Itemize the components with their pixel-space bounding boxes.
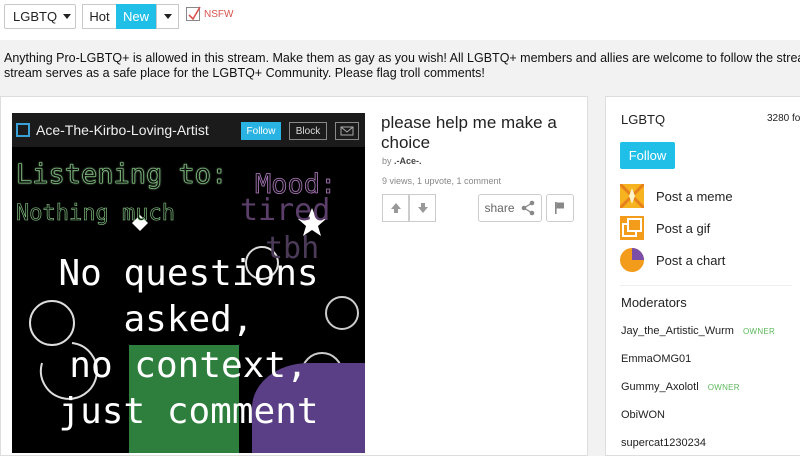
image-text-nothing: Nothing much [16,201,176,227]
arrow-up-icon [390,203,401,213]
share-label: share [484,201,515,215]
moderators-title: Moderators [621,295,687,310]
nsfw-label: NSFW [204,8,234,20]
post-gif-action[interactable]: Post a gif [620,216,710,240]
follower-count: 3280 fo [767,113,800,124]
image-text-tired: tired [240,193,331,228]
stream-name: LGBTQ [621,112,666,127]
meme-icon [620,184,644,208]
post-chart-action[interactable]: Post a chart [620,248,725,272]
moderator-name: EmmaOMG01 [621,353,692,365]
moderator-item[interactable]: ObiWON [621,409,665,421]
divider [620,285,792,286]
owner-badge: OWNER [742,327,776,336]
post-meme-label: Post a meme [656,188,733,204]
post-gif-label: Post a gif [656,220,711,236]
share-icon [521,200,534,216]
author-link[interactable]: .-Ace-. [394,156,422,166]
description-line-2: stream serves as a safe place for the LG… [4,66,485,80]
moderator-name: supercat1230234 [621,437,707,449]
flag-button[interactable] [546,194,574,222]
gif-icon [620,216,644,240]
upvote-button[interactable] [382,194,409,222]
sort-hot-button[interactable]: Hot [82,4,116,29]
image-text-line-2: asked, [123,299,254,340]
moderator-item[interactable]: supercat1230234 [621,437,706,449]
moderator-name: Gummy_Axolotl [621,381,699,393]
nsfw-toggle[interactable]: NSFW [186,6,234,21]
stream-select[interactable]: LGBTQ [4,4,76,29]
author-prefix: by [382,156,392,166]
post-card: Ace-The-Kirbo-Loving-Artist Follow Block… [0,96,588,456]
post-author: by .-Ace-. [382,156,422,166]
image-text-listening: Listening to: [16,159,228,191]
checkmark-icon [188,6,201,21]
image-text-line-4: just comment [58,391,319,432]
arrow-down-icon [417,203,428,213]
moderator-item[interactable]: EmmaOMG01 [621,353,691,365]
follow-stream-button[interactable]: Follow [620,142,675,169]
top-bar: LGBTQ Hot New NSFW [0,0,800,40]
sort-new-label: New [122,9,149,24]
post-meme-action[interactable]: Post a meme [620,184,733,208]
nsfw-checkbox[interactable] [186,6,201,21]
post-title[interactable]: please help me make a choice [381,113,581,153]
post-title-line-1: please help me make a [381,113,557,132]
post-chart-label: Post a chart [656,252,726,268]
chart-icon [620,248,644,272]
description-line-1: Anything Pro-LGBTQ+ is allowed in this s… [4,51,800,65]
stream-description: Anything Pro-LGBTQ+ is allowed in this s… [4,51,800,81]
moderator-item[interactable]: Gummy_Axolotl OWNER [621,381,740,393]
chevron-down-icon [163,14,172,19]
sort-more-button[interactable] [156,4,179,29]
sort-hot-label: Hot [89,9,110,24]
sort-new-button[interactable]: New [116,4,156,29]
owner-badge: OWNER [707,383,740,392]
downvote-button[interactable] [409,194,436,222]
post-title-line-2: choice [381,133,431,152]
image-text-line-1: No questions [58,253,319,294]
moderator-item[interactable]: Jay_the_Artistic_Wurm OWNER [621,325,775,337]
chevron-down-icon [63,14,72,19]
post-stats: 9 views, 1 upvote, 1 comment [382,176,502,186]
stream-sidebar: LGBTQ 3280 fo Follow Post a meme Post a … [605,96,800,456]
image-text-line-3: no context, [69,345,308,386]
moderator-name: Jay_the_Artistic_Wurm [621,325,734,337]
share-button[interactable]: share [478,194,542,222]
post-image[interactable]: Ace-The-Kirbo-Loving-Artist Follow Block… [12,113,365,453]
stream-select-label: LGBTQ [13,9,58,24]
flag-icon [555,202,564,214]
moderator-name: ObiWON [621,409,665,421]
